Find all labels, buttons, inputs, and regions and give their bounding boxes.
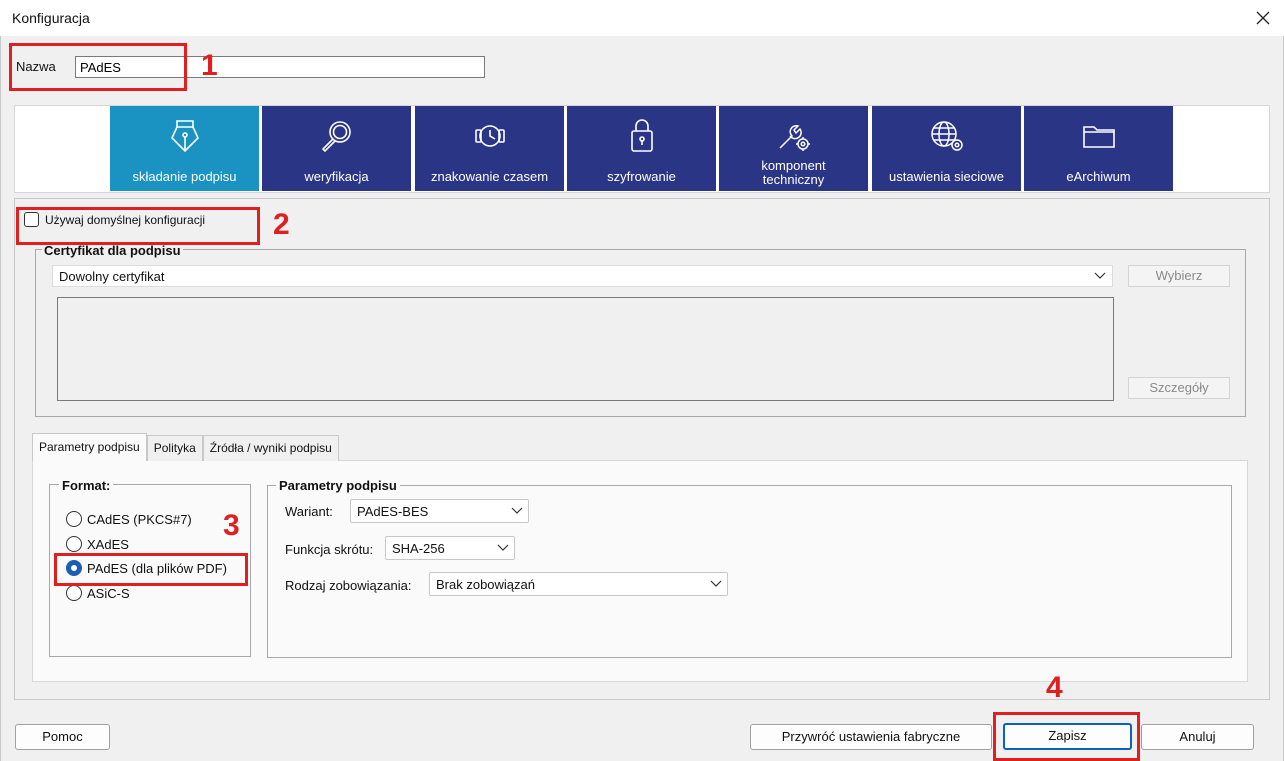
radio-button[interactable] — [66, 536, 82, 552]
variant-label: Wariant: — [285, 504, 333, 519]
commitment-type-select[interactable]: Brak zobowiązań — [429, 572, 728, 596]
tab-policy[interactable]: Polityka — [146, 435, 203, 461]
choose-certificate-button[interactable]: Wybierz — [1128, 265, 1230, 287]
certificate-select[interactable]: Dowolny certyfikat — [52, 265, 1113, 287]
format-option-label: CAdES (PKCS#7) — [87, 511, 192, 527]
radio-button[interactable] — [66, 585, 82, 601]
format-option-asics[interactable]: ASiC-S — [66, 585, 130, 601]
watch-icon — [470, 116, 510, 156]
chevron-down-icon — [511, 507, 523, 514]
certificate-group-label: Certyfikat dla podpisu — [42, 243, 183, 258]
tab-encryption-label: szyfrowanie — [607, 169, 676, 184]
chevron-down-icon — [710, 580, 722, 587]
annotation-box-2 — [16, 207, 260, 245]
radio-button[interactable] — [66, 511, 82, 527]
format-option-xades[interactable]: XAdES — [66, 536, 129, 552]
commitment-type-label: Rodzaj zobowiązania: — [285, 578, 412, 593]
annotation-number-3: 3 — [223, 509, 240, 542]
tab-bar: Parametry podpisu Polityka Źródła / wyni… — [32, 433, 339, 461]
tab-verification-label: weryfikacja — [304, 169, 369, 184]
help-button[interactable]: Pomoc — [15, 724, 110, 750]
globe-gear-icon — [927, 116, 967, 156]
title-bar — [0, 0, 1284, 36]
format-option-cades[interactable]: CAdES (PKCS#7) — [66, 511, 192, 527]
tab-verification[interactable]: weryfikacja — [262, 106, 411, 191]
annotation-box-3 — [54, 553, 248, 586]
tab-timestamping[interactable]: znakowanie czasem — [415, 106, 564, 191]
signature-params-group-label: Parametry podpisu — [276, 478, 400, 493]
variant-value: PAdES-BES — [357, 504, 429, 519]
close-button[interactable] — [1248, 4, 1278, 32]
window-title: Konfiguracja — [12, 10, 90, 26]
format-option-label: ASiC-S — [87, 585, 130, 601]
restore-defaults-button[interactable]: Przywróć ustawienia fabryczne — [750, 724, 992, 750]
annotation-number-2: 2 — [273, 208, 290, 241]
close-icon — [1256, 11, 1270, 25]
annotation-number-4: 4 — [1046, 671, 1063, 704]
tab-earchive-label: eArchiwum — [1066, 169, 1131, 184]
tab-signing[interactable]: składanie podpisu — [110, 106, 259, 191]
tab-network-settings-label: ustawienia sieciowe — [889, 169, 1004, 184]
chevron-down-icon — [497, 544, 509, 551]
tab-timestamping-label: znakowanie czasem — [430, 169, 549, 184]
magnifier-icon — [317, 116, 357, 156]
tab-encryption[interactable]: szyfrowanie — [567, 106, 716, 191]
pen-nib-icon — [165, 116, 205, 156]
padlock-icon — [622, 116, 662, 156]
tab-technical-component[interactable]: komponent techniczny — [719, 106, 868, 191]
tab-sources-results[interactable]: Źródła / wyniki podpisu — [202, 435, 339, 461]
wrench-gear-icon — [774, 116, 814, 156]
chevron-down-icon — [1094, 272, 1106, 279]
annotation-number-1: 1 — [201, 49, 218, 82]
tab-signature-params[interactable]: Parametry podpisu — [32, 433, 147, 461]
hash-function-select[interactable]: SHA-256 — [385, 536, 515, 560]
variant-select[interactable]: PAdES-BES — [350, 499, 529, 523]
annotation-box-4 — [993, 712, 1140, 761]
certificate-details-button[interactable]: Szczegóły — [1128, 377, 1230, 399]
hash-function-value: SHA-256 — [392, 541, 445, 556]
folder-icon — [1079, 116, 1119, 156]
tab-signing-label: składanie podpisu — [132, 169, 237, 184]
commitment-type-value: Brak zobowiązań — [436, 577, 535, 592]
tab-network-settings[interactable]: ustawienia sieciowe — [872, 106, 1021, 191]
format-group-label: Format: — [59, 478, 114, 493]
annotation-box-1 — [9, 43, 187, 91]
certificate-details-box — [57, 297, 1114, 401]
tab-technical-component-label: komponent techniczny — [761, 158, 826, 187]
certificate-select-value: Dowolny certyfikat — [59, 269, 165, 284]
format-option-label: XAdES — [87, 536, 129, 552]
tab-earchive[interactable]: eArchiwum — [1024, 106, 1173, 191]
cancel-button[interactable]: Anuluj — [1141, 724, 1254, 750]
hash-function-label: Funkcja skrótu: — [285, 542, 374, 557]
